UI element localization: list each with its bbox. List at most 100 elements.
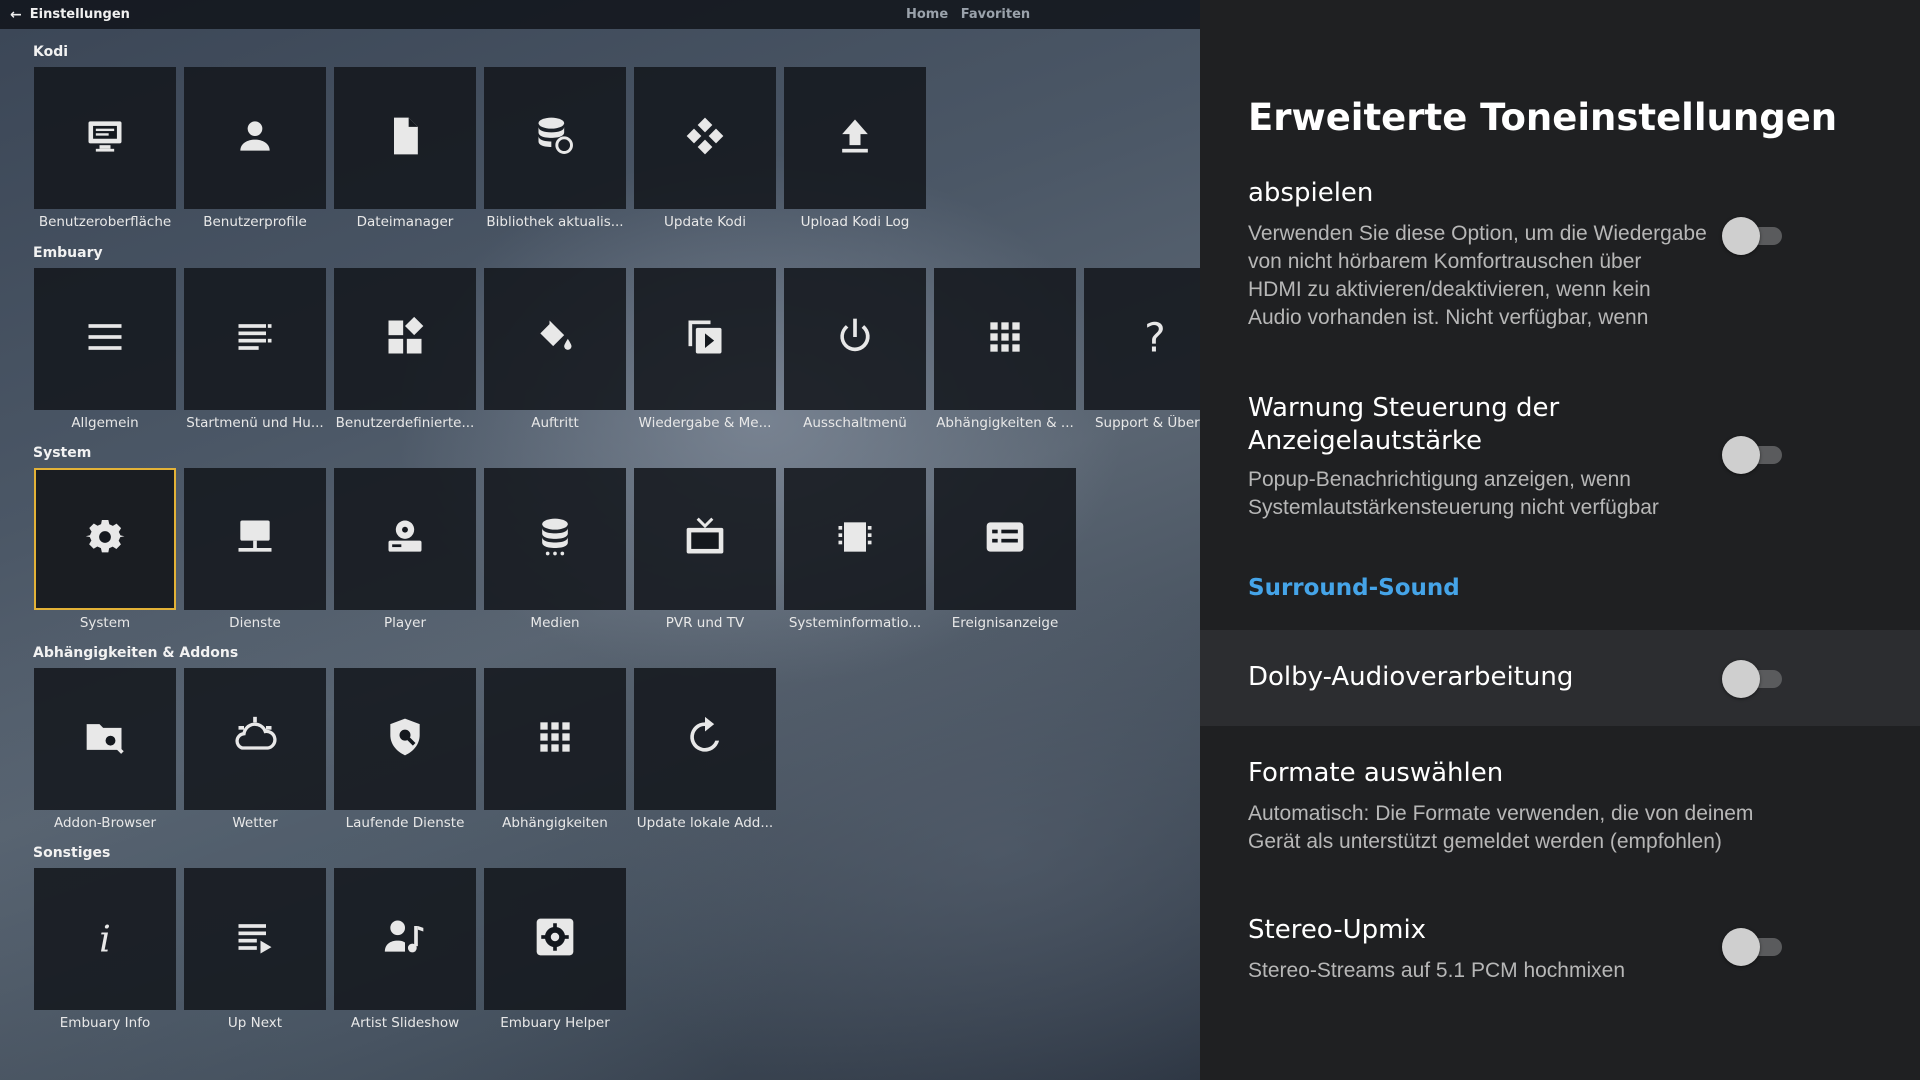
media-database-icon (533, 515, 577, 563)
nav-home[interactable]: Home (906, 7, 948, 22)
tile-label: Medien (530, 615, 580, 631)
tile-benutzerprofile[interactable] (184, 67, 326, 209)
tile-label: Bibliothek aktualis... (486, 214, 624, 230)
tile-systeminformatio[interactable] (784, 468, 926, 610)
tile-embuary-helper[interactable] (484, 868, 626, 1010)
volume-warning-toggle[interactable] (1722, 434, 1786, 474)
tile-label: Benutzeroberfläche (38, 214, 172, 230)
tile-label: Embuary Helper (500, 1015, 610, 1031)
tile-ereignisanzeige[interactable] (934, 468, 1076, 610)
tile-label: Update Kodi (664, 214, 746, 230)
section-title: Sonstiges (33, 845, 111, 861)
setting-formats-title[interactable]: Formate auswählen (1248, 758, 1503, 788)
tile-upload-kodi-log[interactable] (784, 67, 926, 209)
setting-comfort-noise-title[interactable]: abspielen (1248, 178, 1373, 208)
back-arrow-icon: ← (10, 6, 22, 23)
tile-label: Systeminformatio... (788, 615, 922, 631)
chip-icon (833, 515, 877, 563)
tile-auftritt[interactable] (484, 268, 626, 410)
tile-label: Abhängigkeiten & ... (936, 415, 1074, 431)
question-icon: ? (1133, 315, 1177, 363)
tile-label: Benutzerdefinierte... (335, 415, 475, 431)
tile-label: Laufende Dienste (345, 815, 465, 831)
setting-dolby-title[interactable]: Dolby-Audioverarbeitung (1248, 662, 1573, 692)
player-icon (383, 515, 427, 563)
back-button[interactable]: ← Einstellungen (10, 7, 130, 23)
tile-allgemein[interactable] (34, 268, 176, 410)
section-title: Embuary (33, 245, 103, 261)
info-icon: i (83, 915, 127, 963)
tile-label: Dateimanager (356, 214, 454, 230)
tile-support-überse[interactable]: ? (1084, 268, 1200, 410)
tile-abhängigkeiten[interactable] (484, 668, 626, 810)
desc-line: Audio vorhanden ist. Nicht verfügbar, we… (1248, 306, 1649, 329)
tile-label: System (79, 615, 131, 631)
tile-ausschaltmenü[interactable] (784, 268, 926, 410)
tile-update-lokale-add[interactable] (634, 668, 776, 810)
tile-benutzeroberfläche[interactable] (34, 67, 176, 209)
tile-up-next[interactable] (184, 868, 326, 1010)
file-icon (383, 114, 427, 162)
tile-label: Benutzerprofile (203, 214, 307, 230)
tile-abhängigkeiten[interactable] (934, 268, 1076, 410)
upload-icon (833, 114, 877, 162)
tile-dateimanager[interactable] (334, 67, 476, 209)
database-sync-icon (533, 114, 577, 162)
shield-icon (383, 715, 427, 763)
folder-search-icon (83, 715, 127, 763)
tv-icon (683, 515, 727, 563)
tile-label: Allgemein (71, 415, 139, 431)
top-bar: ← Einstellungen Home Favoriten (0, 0, 1200, 29)
dolby-toggle[interactable] (1722, 658, 1786, 698)
setting-volume-warning-desc: Popup-Benachrichtigung anzeigen, wenn Sy… (1248, 466, 1728, 522)
upmix-toggle[interactable] (1722, 926, 1786, 966)
event-list-icon (983, 515, 1027, 563)
tile-dienste[interactable] (184, 468, 326, 610)
paint-bucket-icon (533, 315, 577, 363)
artist-music-icon (383, 915, 427, 963)
tile-label: Upload Kodi Log (800, 214, 910, 230)
comfort-noise-toggle[interactable] (1722, 215, 1786, 255)
kodi-settings-area: ← Einstellungen Home Favoriten Kodi Benut… (0, 0, 1200, 1080)
nav-favorites[interactable]: Favoriten (961, 7, 1030, 22)
svg-text:i: i (99, 918, 111, 959)
tile-label: Up Next (227, 1015, 283, 1031)
tile-wetter[interactable] (184, 668, 326, 810)
tile-startmenü-und-hu[interactable] (184, 268, 326, 410)
tile-player[interactable] (334, 468, 476, 610)
desc-line: Automatisch: Die Formate verwenden, die … (1248, 802, 1754, 825)
tile-system[interactable] (34, 468, 176, 610)
tile-artist-slideshow[interactable] (334, 868, 476, 1010)
toggle-knob (1722, 660, 1760, 698)
setting-volume-warning-title[interactable]: Warnung Steuerung der Anzeigelautstärke (1248, 392, 1559, 458)
tile-label: Dienste (229, 615, 281, 631)
tile-pvr-und-tv[interactable] (634, 468, 776, 610)
tile-label: Startmenü und Hu... (186, 415, 324, 431)
tile-label: Wiedergabe & Me... (638, 415, 772, 431)
svg-text:?: ? (1144, 315, 1165, 359)
tile-label: Ereignisanzeige (951, 615, 1059, 631)
tile-label: Update lokale Add... (636, 815, 774, 831)
tile-benutzerdefinierte[interactable] (334, 268, 476, 410)
tile-update-kodi[interactable] (634, 67, 776, 209)
desc-line: von nicht hörbarem Komfortrauschen über (1248, 250, 1642, 273)
tile-addon-browser[interactable] (34, 668, 176, 810)
tile-label: Artist Slideshow (350, 1015, 460, 1031)
network-monitor-icon (233, 515, 277, 563)
gear-icon (83, 515, 127, 563)
top-nav: Home Favoriten (906, 7, 1038, 22)
tile-label: Player (383, 615, 426, 631)
menu-lines-icon (83, 315, 127, 363)
settings-box-icon (533, 915, 577, 963)
tile-label: Wetter (232, 815, 278, 831)
desc-line: Popup-Benachrichtigung anzeigen, wenn (1248, 468, 1631, 491)
tile-bibliothek-aktualis[interactable] (484, 67, 626, 209)
tile-medien[interactable] (484, 468, 626, 610)
tile-laufende-dienste[interactable] (334, 668, 476, 810)
tile-wiedergabe-me[interactable] (634, 268, 776, 410)
setting-upmix-title[interactable]: Stereo-Upmix (1248, 915, 1426, 945)
back-label: Einstellungen (29, 7, 130, 22)
tile-embuary-info[interactable]: i (34, 868, 176, 1010)
toggle-knob (1722, 436, 1760, 474)
weather-icon (233, 715, 277, 763)
